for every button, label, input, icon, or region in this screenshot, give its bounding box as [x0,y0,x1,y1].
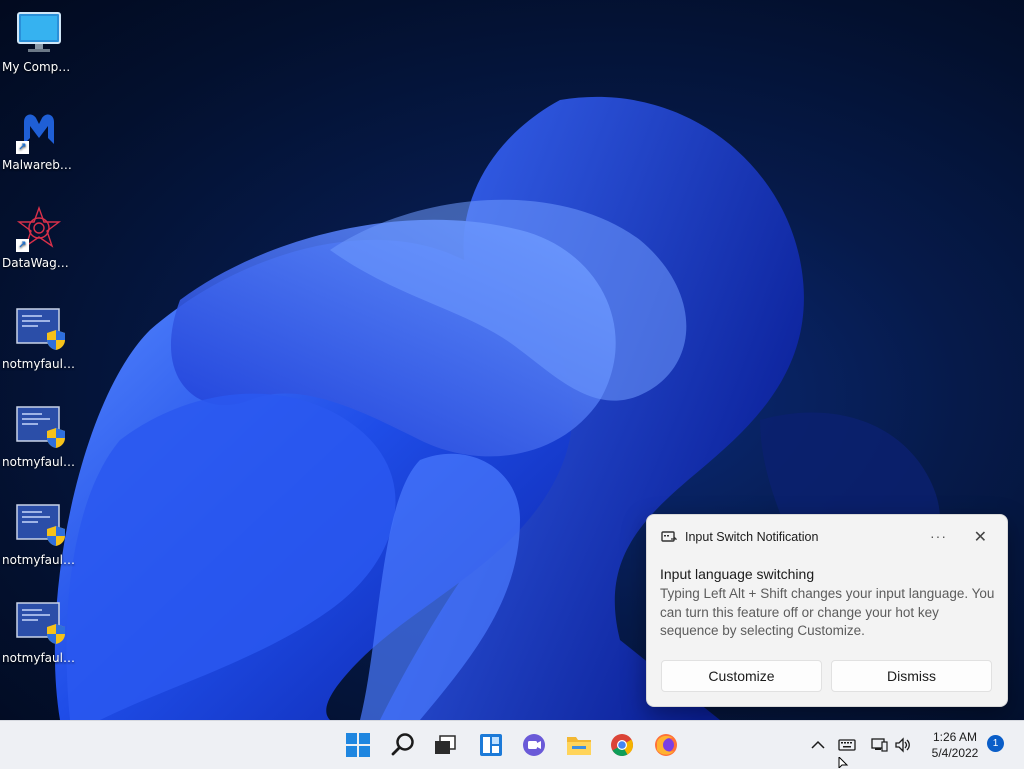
close-icon[interactable]: ✕ [974,527,987,547]
chat-button[interactable] [516,727,552,763]
network-icon [871,738,888,752]
desktop-icon-label: DataWagon... [2,256,78,270]
clock[interactable]: 1:26 AM 5/4/2022 [920,729,990,761]
clock-time: 1:26 AM [932,730,978,744]
start-button[interactable] [340,727,376,763]
desktop-icon-notmyfault-2[interactable]: notmyfault6... [0,405,78,469]
keyboard-icon [838,739,856,751]
firefox-icon [655,734,677,756]
firefox-button[interactable] [648,727,684,763]
mouse-cursor-icon [838,757,849,768]
chrome-button[interactable] [604,727,640,763]
notification-count-badge[interactable]: 1 [987,735,1004,752]
toast-body: Typing Left Alt + Shift changes your inp… [660,586,995,638]
desktop-icon-notmyfault-1[interactable]: notmyfault.... [0,307,78,371]
widgets-icon [480,734,502,756]
desktop-icon-label: My Computer [2,60,78,74]
desktop-icon-malwarebytes[interactable]: ↗ Malwarebytes [0,108,78,172]
shortcut-arrow-icon: ↗ [16,141,29,154]
show-hidden-icons-button[interactable] [808,721,828,769]
file-explorer-icon [567,737,591,755]
start-icon [346,733,370,757]
desktop-icon-label: Malwarebytes [2,158,78,172]
task-view-icon [435,735,456,754]
chevron-up-icon [811,740,825,749]
more-options-button[interactable]: ··· [930,528,947,544]
widgets-button[interactable] [473,727,509,763]
speaker-icon [895,737,910,753]
toast-title: Input language switching [660,566,815,582]
input-switch-toast[interactable]: Input Switch Notification ··· ✕ Input la… [646,514,1008,707]
desktop-icon-label: notmyfault6... [2,455,78,469]
uac-shield-icon [47,428,65,448]
desktop-icon-notmyfault-4[interactable]: notmyfault... [0,601,78,665]
notmyfault-icon [16,503,65,549]
task-view-button[interactable] [427,727,463,763]
desktop-icon-datawagon[interactable]: ↗ DataWagon... [0,205,78,270]
keyboard-switch-icon [661,531,677,542]
dismiss-button[interactable]: Dismiss [831,660,992,692]
uac-shield-icon [47,330,65,350]
desktop-icon-label: notmyfault... [2,651,78,665]
chat-icon [523,734,545,756]
notmyfault-icon [16,307,65,353]
datawagon-icon: ↗ [16,205,62,252]
shortcut-arrow-icon: ↗ [16,239,29,252]
toast-app-name: Input Switch Notification [685,530,819,544]
toast-header: Input Switch Notification ··· ✕ [661,527,993,547]
desktop-icon-notmyfault-3[interactable]: notmyfaultc... [0,503,78,567]
uac-shield-icon [47,526,65,546]
file-explorer-button[interactable] [561,727,597,763]
taskbar: 1:26 AM 5/4/2022 [0,720,1024,769]
network-button[interactable] [868,721,890,769]
notmyfault-icon [16,601,65,647]
clock-date: 5/4/2022 [931,746,979,760]
desktop-icon-my-computer[interactable]: My Computer [0,10,78,74]
uac-shield-icon [47,624,65,644]
search-icon [391,733,414,756]
desktop-icon-label: notmyfaultc... [2,553,78,567]
chrome-icon [611,734,633,756]
customize-button[interactable]: Customize [661,660,822,692]
volume-button[interactable] [892,721,914,769]
monitor-icon [16,10,62,56]
search-button[interactable] [385,727,421,763]
desktop-icon-label: notmyfault.... [2,357,78,371]
malwarebytes-icon: ↗ [16,108,62,154]
notmyfault-icon [16,405,65,451]
